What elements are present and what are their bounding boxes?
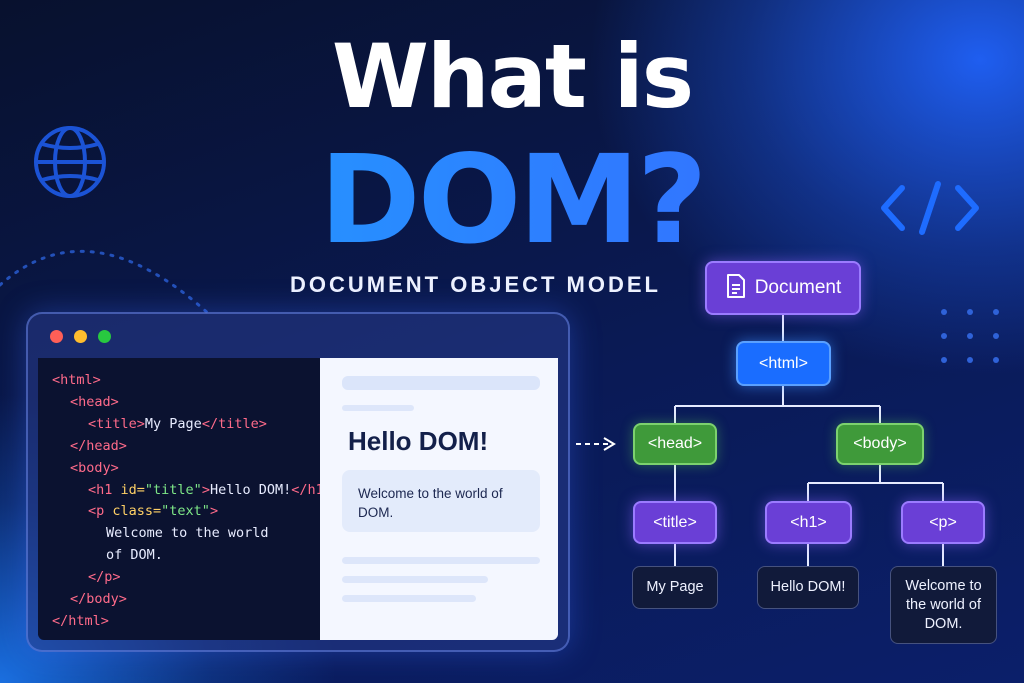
tree-leaf-h1-text: Hello DOM! — [757, 566, 859, 609]
tree-node-h1: <h1> — [765, 501, 852, 544]
tree-node-p: <p> — [901, 501, 985, 544]
tree-connectors — [674, 315, 944, 567]
document-icon — [726, 274, 745, 298]
tree-leaf-p-text: Welcome to the world of DOM. — [890, 566, 997, 644]
tree-node-document-label: Document — [754, 277, 842, 298]
tree-node-document: Document — [705, 261, 861, 315]
tree-node-html: <html> — [736, 341, 831, 386]
tree-node-body: <body> — [836, 423, 924, 465]
tree-node-head: <head> — [633, 423, 717, 465]
tree-leaf-title-text: My Page — [632, 566, 718, 609]
tree-node-title: <title> — [633, 501, 717, 544]
